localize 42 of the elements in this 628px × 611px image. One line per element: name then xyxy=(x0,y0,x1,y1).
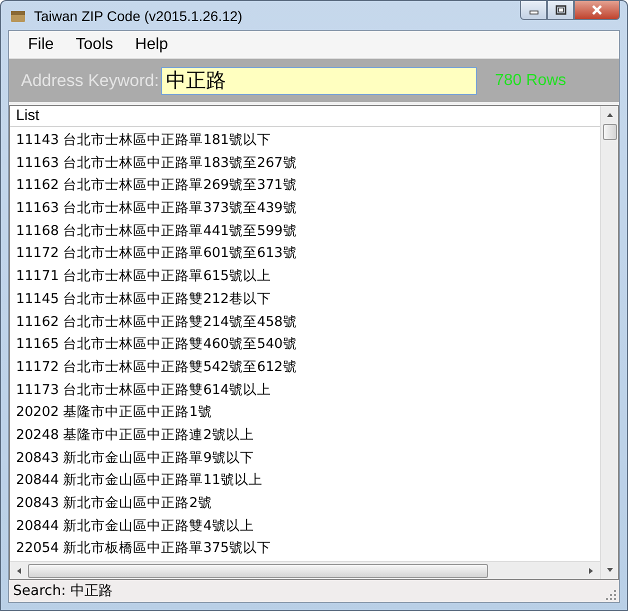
list-item[interactable]: 11163 台北市士林區中正路單373號至439號 xyxy=(10,197,600,220)
menu-item[interactable]: Tools xyxy=(64,36,124,54)
list-item[interactable]: 11163 台北市士林區中正路單183號至267號 xyxy=(10,152,600,174)
minimize-button[interactable] xyxy=(520,1,547,20)
list-item[interactable]: 11145 台北市士林區中正路雙212巷以下 xyxy=(10,288,600,310)
field-label: Address Keyword: xyxy=(21,70,160,90)
scroll-down-icon[interactable] xyxy=(606,566,614,574)
list-item[interactable]: 20843 新北市金山區中正路2號 xyxy=(10,492,600,515)
maximize-icon xyxy=(554,5,566,15)
menu-item[interactable]: File xyxy=(17,36,65,54)
row-count: 780 Rows xyxy=(495,72,566,90)
list-item[interactable]: 20248 基隆市中正區中正路連2號以上 xyxy=(10,424,600,447)
list-item[interactable]: 22054 新北市板橋區中正路單375號以下 xyxy=(10,537,600,560)
menu-item[interactable]: Help xyxy=(124,36,180,54)
maximize-button[interactable] xyxy=(547,1,574,20)
column-header[interactable]: List xyxy=(10,106,600,127)
list-item[interactable]: 11165 台北市士林區中正路雙460號至540號 xyxy=(10,333,600,356)
scroll-left-icon[interactable] xyxy=(15,566,23,574)
scrollbar-thumb[interactable] xyxy=(28,564,488,578)
list-item[interactable]: 11162 台北市士林區中正路雙214號至458號 xyxy=(10,310,600,334)
list-item[interactable]: 20202 基隆市中正區中正路1號 xyxy=(10,401,600,424)
horizontal-scrollbar[interactable] xyxy=(10,561,600,579)
list-item[interactable]: 11168 台北市士林區中正路單441號至599號 xyxy=(10,220,600,242)
list-item[interactable]: 20843 新北市金山區中正路單9號以下 xyxy=(10,446,600,470)
window-title: Taiwan ZIP Code (v2015.1.26.12) xyxy=(34,8,242,24)
list-item[interactable]: 11143 台北市士林區中正路單181號以下 xyxy=(10,129,600,152)
scroll-right-icon[interactable] xyxy=(587,566,595,574)
list-item[interactable]: 11172 台北市士林區中正路單601號至613號 xyxy=(10,242,600,266)
status-text: Search: 中正路 xyxy=(13,582,112,600)
list-item[interactable]: 11173 台北市士林區中正路雙614號以上 xyxy=(10,378,600,402)
scrollbar-thumb[interactable] xyxy=(602,124,616,140)
list-item[interactable]: 20844 新北市金山區中正路單11號以上 xyxy=(10,469,600,492)
list-item[interactable]: 20844 新北市金山區中正路雙4號以上 xyxy=(10,514,600,538)
vertical-scrollbar[interactable] xyxy=(600,106,618,579)
scroll-up-icon[interactable] xyxy=(606,111,614,119)
resize-grip-icon[interactable] xyxy=(606,590,616,600)
list-item[interactable]: 11162 台北市士林區中正路單269號至371號 xyxy=(10,174,600,198)
list-item[interactable]: 11171 台北市士林區中正路單615號以上 xyxy=(10,265,600,288)
address-keyword-field[interactable]: 中正路 xyxy=(161,66,477,94)
close-button[interactable] xyxy=(574,1,620,20)
close-icon xyxy=(590,4,604,16)
list-item[interactable]: 11172 台北市士林區中正路雙542號至612號 xyxy=(10,356,600,379)
